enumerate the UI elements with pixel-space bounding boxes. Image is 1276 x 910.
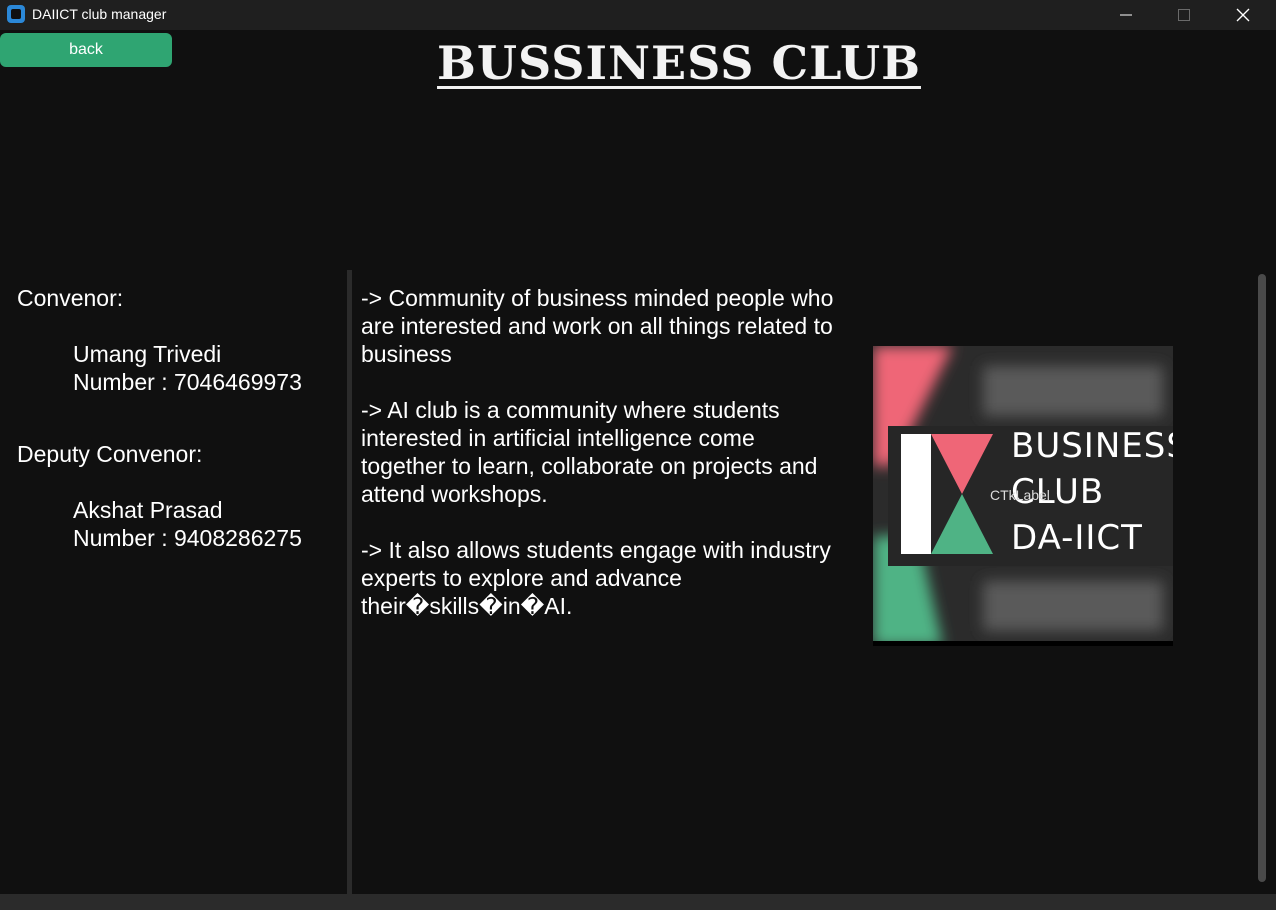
logo-text-daiict: DA-IICT (1011, 518, 1143, 558)
page-title-text: BUSSINESS CLUB (437, 36, 921, 90)
image-overlay-label: CTkLabel (990, 487, 1050, 503)
deputy-convenor-number: Number : 9408286275 (73, 525, 302, 551)
convenor-name: Umang Trivedi (73, 341, 222, 367)
close-button[interactable] (1214, 0, 1272, 30)
panel-divider (347, 270, 352, 894)
minimize-button[interactable] (1097, 0, 1155, 30)
description-paragraph: -> It also allows students engage with i… (361, 537, 831, 619)
deputy-convenor-name: Akshat Prasad (73, 497, 223, 523)
convenor-heading: Convenor: (17, 285, 124, 311)
maximize-button[interactable] (1155, 0, 1213, 30)
app-icon (7, 5, 25, 23)
window-title: DAIICT club manager (32, 6, 167, 22)
scrollbar-thumb[interactable] (1258, 274, 1266, 882)
page-title: BUSSINESS CLUB (0, 36, 1276, 90)
maximize-icon (1178, 9, 1190, 21)
logo-border (873, 641, 1173, 646)
app-window: DAIICT club manager back BUSSINESS CLUB … (0, 0, 1276, 910)
deputy-convenor-heading: Deputy Convenor: (17, 441, 203, 467)
description-paragraph: -> Community of business minded people w… (361, 285, 834, 367)
logo-text-business: BUSINESS (1011, 426, 1173, 466)
minimize-icon (1120, 14, 1132, 16)
bottom-bar (0, 894, 1276, 910)
description-paragraph: -> AI club is a community where students… (361, 397, 818, 507)
close-icon (1236, 8, 1250, 22)
club-description: -> Community of business minded people w… (361, 284, 841, 648)
title-bar: DAIICT club manager (0, 0, 1276, 30)
convenor-number: Number : 7046469973 (73, 369, 302, 395)
